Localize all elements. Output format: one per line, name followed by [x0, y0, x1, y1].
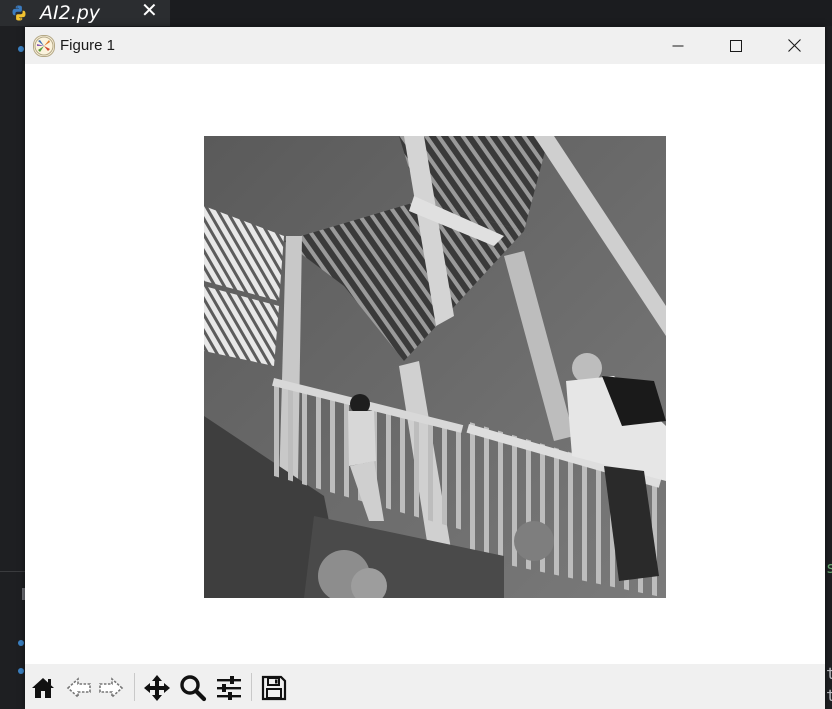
minimize-icon: [672, 45, 684, 46]
minimize-button[interactable]: [649, 27, 707, 64]
close-button[interactable]: [765, 27, 823, 64]
window-titlebar[interactable]: Figure 1: [25, 27, 825, 64]
window-title: Figure 1: [60, 37, 116, 54]
back-arrow-icon: [66, 677, 91, 699]
back-button[interactable]: [65, 674, 93, 702]
zoom-icon: [180, 675, 207, 702]
editor-tab-bar: AI2.py ✕: [0, 0, 832, 26]
home-button[interactable]: [29, 674, 57, 702]
editor-code-glyph: s: [826, 558, 832, 577]
navigation-toolbar: [25, 664, 825, 709]
editor-gutter-marker: [18, 640, 24, 646]
editor-tab-ai2[interactable]: AI2.py ✕: [0, 0, 170, 26]
maximize-button[interactable]: [707, 27, 765, 64]
tab-close-icon[interactable]: ✕: [141, 1, 158, 21]
save-button[interactable]: [260, 674, 288, 702]
image-plot[interactable]: [204, 136, 666, 598]
editor-code-glyph: t: [826, 686, 832, 705]
home-icon: [32, 678, 54, 698]
pan-button[interactable]: [143, 674, 171, 702]
forward-button[interactable]: [97, 674, 125, 702]
forward-arrow-icon: [99, 677, 124, 699]
python-file-icon: [12, 5, 26, 21]
pan-icon: [144, 675, 170, 701]
toolbar-separator: [134, 673, 135, 701]
toolbar-separator: [251, 673, 252, 701]
editor-gutter-marker: [18, 668, 24, 674]
close-icon: [787, 39, 801, 52]
subplots-config-icon: [217, 676, 241, 700]
figure-window: Figure 1: [25, 27, 825, 709]
configure-subplots-button[interactable]: [215, 674, 243, 702]
editor-tab-title: AI2.py: [40, 2, 101, 24]
editor-code-glyph: t: [826, 664, 832, 683]
matplotlib-logo-icon: [33, 35, 55, 57]
maximize-icon: [730, 39, 742, 52]
save-icon: [261, 675, 287, 701]
editor-panel-divider: [0, 571, 26, 572]
zoom-button[interactable]: [179, 674, 207, 702]
figure-canvas[interactable]: [25, 64, 825, 664]
editor-gutter-marker: [18, 46, 24, 52]
